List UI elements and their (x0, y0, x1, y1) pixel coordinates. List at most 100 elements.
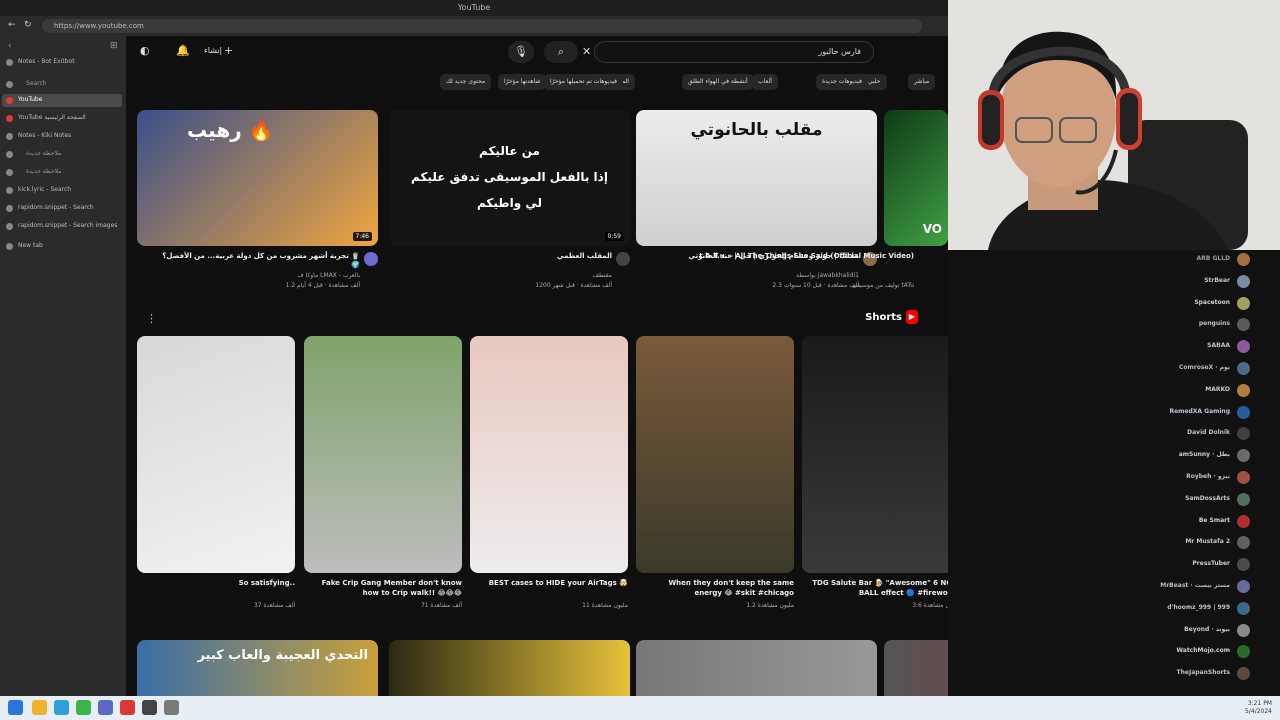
collapse-icon[interactable]: ‹ (8, 41, 12, 51)
short-thumbnail[interactable] (802, 336, 948, 573)
channel-avatar[interactable] (1237, 623, 1250, 637)
video-thumbnail[interactable]: سرقة البنك (884, 640, 948, 696)
short-card[interactable]: When they don't keep the same energy 😂 #… (636, 336, 794, 609)
subscription-item[interactable]: amSunny · بطل (948, 448, 1260, 466)
video-card[interactable]: مقلب بالحانوتي مقلب | جوبر وحسام الخويري … (636, 110, 877, 289)
channel-avatar[interactable] (1237, 383, 1250, 397)
subscription-name[interactable]: David Dolnik (1187, 429, 1230, 436)
subscription-name[interactable]: amSunny · بطل (1179, 451, 1230, 458)
channel-avatar[interactable] (1237, 340, 1250, 354)
sidebar-tab[interactable]: YouTube الصفحة الرئيسية (2, 112, 122, 125)
subscription-item[interactable]: SamDossArts (948, 492, 1260, 510)
channel-avatar[interactable] (1237, 514, 1250, 528)
short-title[interactable]: TDG Salute Bar 🍺 "Awesome" 6 NOW BALL ef… (812, 578, 948, 598)
subscription-name[interactable]: ComroseX · بوم (1179, 364, 1230, 371)
subscription-item[interactable]: penguins (948, 317, 1260, 335)
explorer-icon[interactable] (32, 700, 47, 715)
sidebar-menu-icon[interactable]: ⊞ (110, 41, 118, 51)
subscription-name[interactable]: MrBeast · مستر بيست (1160, 582, 1230, 589)
channel-avatar[interactable] (1237, 427, 1250, 441)
create-plus-icon[interactable]: + (224, 44, 233, 57)
short-thumbnail[interactable] (137, 336, 295, 573)
subscription-name[interactable]: penguins (1199, 320, 1230, 327)
subscription-item[interactable]: David Dolnik (948, 426, 1260, 444)
video-channel[interactable]: ماوكا ف LMAX - بالعرب (160, 272, 360, 279)
settings-icon[interactable] (164, 700, 179, 715)
back-icon[interactable]: ← (8, 20, 16, 30)
channel-avatar[interactable] (1237, 667, 1250, 681)
subscription-item[interactable]: Roybeh · بيزو (948, 470, 1260, 488)
subscription-item[interactable]: MARKO (948, 383, 1260, 401)
shorts-more-icon[interactable]: ⋮ (146, 312, 157, 325)
subscription-item[interactable]: TheJapanShorts (948, 666, 1260, 684)
sidebar-tab[interactable]: ملاحظة جديدة (2, 148, 122, 161)
app-icon[interactable] (98, 700, 113, 715)
create-button[interactable]: إنشاء (204, 46, 222, 55)
filter-chip[interactable]: مباشر (908, 74, 936, 90)
subscription-name[interactable]: Roybeh · بيزو (1186, 473, 1230, 480)
app-icon[interactable] (76, 700, 91, 715)
channel-avatar[interactable] (616, 252, 630, 266)
short-title[interactable]: BEST cases to HIDE your AirTags 🤯 (480, 578, 628, 588)
start-icon[interactable] (8, 700, 23, 715)
video-card[interactable]: VO t.A.T.u. - All The Things She Said (Of… (699, 110, 948, 289)
video-thumbnail[interactable] (636, 640, 877, 696)
subscription-name[interactable]: SamDossArts (1185, 495, 1230, 502)
short-card[interactable]: Fake Crip Gang Member don't know how to … (304, 336, 462, 609)
url-field[interactable]: https://www.youtube.com (42, 19, 922, 33)
short-thumbnail[interactable] (636, 336, 794, 573)
subscription-name[interactable]: TheJapanShorts (1177, 669, 1230, 676)
sidebar-tab[interactable]: New tab (2, 240, 122, 253)
notifications-icon[interactable]: 🔔 (176, 44, 190, 57)
subscription-item[interactable]: Be Smart (948, 514, 1260, 532)
short-card[interactable]: So satisfying.. 37 ألف مشاهدة (137, 336, 295, 609)
channel-avatar[interactable] (1237, 253, 1250, 266)
channel-avatar[interactable] (1237, 318, 1250, 332)
channel-avatar[interactable] (1237, 536, 1250, 550)
channel-avatar[interactable] (1237, 645, 1250, 659)
voice-search-icon[interactable]: 🎙 (508, 41, 534, 63)
video-thumbnail[interactable]: مقلب بالحانوتي (636, 110, 877, 246)
subscription-item[interactable]: PressTuber (948, 557, 1260, 575)
subscription-name[interactable]: WatchMojo.com (1176, 647, 1230, 654)
channel-avatar[interactable] (1237, 492, 1250, 506)
sidebar-tab[interactable]: Search (2, 78, 122, 91)
video-thumbnail[interactable]: VO (884, 110, 948, 246)
video-title[interactable]: المقلب العظمي (412, 252, 612, 261)
subscription-item[interactable]: StrBear (948, 274, 1260, 292)
channel-avatar[interactable] (1237, 296, 1250, 310)
channel-avatar[interactable] (1237, 601, 1250, 615)
filter-chip[interactable]: ألعاب (752, 74, 778, 90)
video-title[interactable]: t.A.T.u. - All The Things She Said (Offi… (674, 252, 914, 261)
search-button[interactable]: ⌕ (544, 41, 578, 63)
sidebar-tab[interactable]: rapidom.snippet - Search (2, 202, 122, 215)
subscription-name[interactable]: RemedXA Gaming (1169, 408, 1230, 415)
video-thumbnail[interactable]: رهيب 🔥 7:46 (137, 110, 378, 246)
short-title[interactable]: So satisfying.. (147, 578, 295, 588)
subscription-item[interactable]: RemedXA Gaming (948, 405, 1260, 423)
short-title[interactable]: When they don't keep the same energy 😂 #… (646, 578, 794, 598)
video-card[interactable]: رهيب 🔥 7:46 تجربة أشهر مشروب من كل دولة عر… (137, 110, 378, 289)
subscription-item[interactable]: ComroseX · بوم (948, 361, 1260, 379)
subscription-item[interactable]: SABAA (948, 339, 1260, 357)
subscription-name[interactable]: PressTuber (1192, 560, 1230, 567)
app-icon[interactable] (142, 700, 157, 715)
subscription-name[interactable]: MARKO (1205, 386, 1230, 393)
filter-chip[interactable]: أنشطة في الهواء الطلق (682, 74, 754, 90)
subscription-name[interactable]: ARB GLLD (1197, 255, 1230, 262)
app-icon[interactable] (120, 700, 135, 715)
subscription-name[interactable]: Mr Mustafa 2 (1185, 538, 1230, 545)
video-channel[interactable]: بواسطة jawabkhalidi1 (659, 272, 859, 279)
subscription-name[interactable]: SABAA (1207, 342, 1230, 349)
channel-avatar[interactable] (1237, 558, 1250, 572)
subscription-name[interactable]: Beyond · بيوند (1184, 626, 1230, 633)
subscription-name[interactable]: Spacetoon (1194, 299, 1230, 306)
channel-avatar[interactable] (1237, 471, 1250, 484)
short-card[interactable]: TDG Salute Bar 🍺 "Awesome" 6 NOW BALL ef… (802, 336, 948, 609)
filter-chip[interactable]: شاهدتها مؤخرًا (498, 74, 547, 90)
edge-icon[interactable] (54, 700, 69, 715)
subscription-name[interactable]: StrBear (1204, 277, 1230, 284)
video-thumbnail[interactable]: التحدي العجيبة والعاب كبير (137, 640, 378, 696)
subscription-item[interactable]: ARB GLLD (948, 252, 1260, 270)
video-card[interactable]: من عاليكم إذا بالفعل الموسيقى تدفق عليكم… (389, 110, 630, 289)
